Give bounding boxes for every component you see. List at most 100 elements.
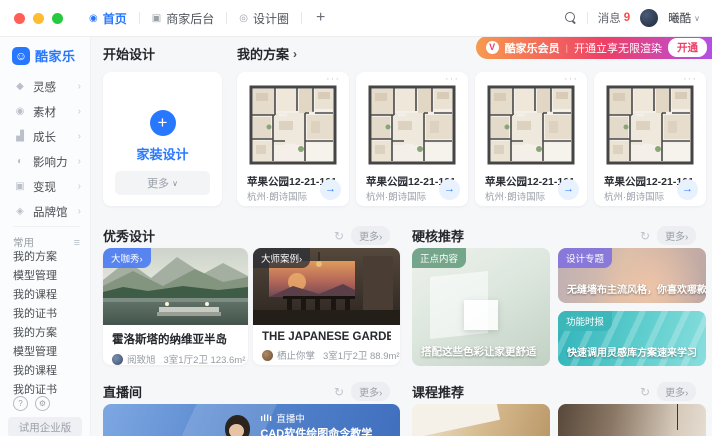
quick-item-my-plans[interactable]: 我的方案 [0,248,90,267]
courses-more-button[interactable]: 更多› [657,382,696,401]
user-avatar[interactable] [640,9,658,27]
brand-logo[interactable]: ☺ 酷家乐 [12,46,76,65]
tab-home[interactable]: ◉ 首页 [77,0,139,36]
vip-banner[interactable]: V 酷家乐会员 | 开通立享无限渲染 开通 [476,36,712,59]
live-more-button[interactable]: 更多› [351,382,390,401]
plan-card[interactable]: ··· 苹果公园12-21-101 杭州·朗诗国际 → [594,72,706,206]
tab-home-label: 首页 [103,10,127,27]
quick-item-my-courses[interactable]: 我的课程 [0,362,90,381]
section-title-text: 优秀设计 [103,226,155,245]
vip-promo-text: 开通立享无限渲染 [574,40,662,56]
decor-shape [464,300,498,330]
refresh-icon[interactable]: ↻ [640,229,650,243]
plan-card[interactable]: ··· 苹果公园12-21-101 杭州·朗诗国际 → [475,72,587,206]
messages-button[interactable]: 消息 9 [598,10,630,26]
course-card[interactable] [412,404,550,436]
sphere-icon: ◉ [13,106,27,117]
author-avatar[interactable] [262,350,273,361]
plan-location: 杭州·朗诗国际 [604,189,664,203]
topbar-divider [587,12,588,24]
sidebar-item-label: 素材 [33,104,78,120]
hardcore-card-inspiration-lib[interactable]: 功能时报 快速调用灵感库方案速来学习 [558,311,706,366]
quick-item-my-plans[interactable]: 我的方案 [0,324,90,343]
zoom-window-button[interactable] [52,13,63,24]
excellent-design-card[interactable]: 大咖秀› 霍洛斯塔的纳维亚半岛 阅致旭 3室1厅2卫 123.6m² [103,248,248,365]
plan-location: 杭州·朗诗国际 [485,189,545,203]
hardcore-card-wallcloth[interactable]: 设计专题 无缝墙布主流风格，你喜欢哪款 [558,248,706,303]
help-icon[interactable]: ? [13,396,28,411]
sidebar-quick-list: 我的方案 模型管理 我的课程 我的证书 我的方案 模型管理 我的课程 我的证书 [0,248,90,400]
tab-design-circle[interactable]: ◎ 设计圈 [227,0,301,36]
more-label: 更多 [147,175,169,191]
close-window-button[interactable] [14,13,25,24]
tab-merchant[interactable]: ▣ 商家后台 [140,0,226,36]
quick-item-my-courses[interactable]: 我的课程 [0,286,90,305]
quick-item-model-manage[interactable]: 模型管理 [0,343,90,362]
plus-icon[interactable]: + [150,110,176,136]
sidebar-item-label: 灵感 [33,79,78,95]
sidebar-item-monetize[interactable]: ▣ 变现 › [0,174,90,199]
sidebar-item-brand-hall[interactable]: ◈ 品牌馆 › [0,199,90,224]
trial-enterprise-button[interactable]: 试用企业版 [8,417,82,436]
section-title-text: 课程推荐 [412,382,464,401]
design-stats: 3室1厅2卫 88.9m² [323,348,400,362]
live-controls: ↻ 更多› [334,382,390,401]
sidebar-footer-icons: ? ⚙ [13,396,50,411]
home-design-button[interactable]: 家装设计 [103,144,222,163]
badge-master-case[interactable]: 大师案例› [253,248,310,268]
list-menu-icon[interactable]: ≡ [74,237,80,249]
quick-item-my-certificates[interactable]: 我的证书 [0,305,90,324]
chevron-right-icon: › [78,181,81,192]
sidebar-menu: ◆ 灵感 › ◉ 素材 › ▟ 成长 › ◐ 影响力 › ▣ 变现 [0,74,90,224]
quick-item-model-manage[interactable]: 模型管理 [0,267,90,286]
open-plan-arrow-button[interactable]: → [439,179,460,200]
sidebar-item-growth[interactable]: ▟ 成长 › [0,124,90,149]
search-icon[interactable] [565,12,577,24]
hardcore-card-colors[interactable]: 正点内容 搭配这些色彩让家更舒适 [412,248,550,366]
refresh-icon[interactable]: ↻ [334,229,344,243]
sidebar-item-label: 品牌馆 [33,204,78,220]
excellent-design-card[interactable]: 大师案例› THE JAPANESE GARDEN 栖止你掌 3室1厅2卫 88… [253,248,400,365]
topbar: ◉ 首页 ▣ 商家后台 ◎ 设计圈 + 消息 9 [0,0,712,37]
sidebar-item-influence[interactable]: ◐ 影响力 › [0,149,90,174]
design-stats: 3室1厅2卫 123.6m² [164,352,246,365]
start-design-card: + 家装设计 更多 ∨ [103,72,222,206]
course-card[interactable] [558,404,706,436]
design-circle-icon: ◎ [239,13,248,24]
minimize-window-button[interactable] [33,13,44,24]
open-plan-arrow-button[interactable]: → [677,179,698,200]
live-stream-card[interactable]: ıllı 直播中 CAD软件绘图命令教学 [103,404,400,436]
start-design-more-button[interactable]: 更多 ∨ [115,171,210,195]
sidebar-item-materials[interactable]: ◉ 素材 › [0,99,90,124]
user-menu[interactable]: 曦酷 ∨ [668,10,700,26]
author-avatar[interactable] [112,354,123,365]
section-title-my-plans[interactable]: 我的方案 › [237,44,297,63]
floor-plan-image [487,83,575,167]
hardcore-more-button[interactable]: 更多› [657,226,696,245]
section-title-start-design: 开始设计 [103,44,155,63]
kujiale-logo-icon: ☺ [12,47,30,65]
chevron-right-icon: › [78,81,81,92]
floor-plan-image [249,83,337,167]
card-icon: ▣ [13,181,27,192]
plan-card[interactable]: ··· 苹果公园12-21-101 杭州·朗诗国际 → [237,72,349,206]
plan-card[interactable]: ··· 苹果公园12-21-101 杭州·朗诗国际 → [356,72,468,206]
vip-activate-button[interactable]: 开通 [668,38,707,57]
refresh-icon[interactable]: ↻ [334,385,344,399]
user-name: 曦酷 [668,10,691,26]
badge-daka-show[interactable]: 大咖秀› [103,248,151,268]
live-status-label: 直播中 [276,411,305,425]
badge-design-topic: 设计专题 [558,248,612,268]
live-status: ıllı 直播中 [260,411,305,425]
excellent-more-button[interactable]: 更多› [351,226,390,245]
new-tab-button[interactable]: + [302,9,339,27]
card-caption: 快速调用灵感库方案速来学习 [567,344,697,359]
refresh-icon[interactable]: ↻ [640,385,650,399]
sidebar-item-inspiration[interactable]: ◆ 灵感 › [0,74,90,99]
open-plan-arrow-button[interactable]: → [558,179,579,200]
gear-icon[interactable]: ⚙ [35,396,50,411]
lake-landscape-image: 大咖秀› [103,248,248,325]
section-title-live: 直播间 [103,382,142,401]
open-plan-arrow-button[interactable]: → [320,179,341,200]
floor-plan-image [368,83,456,167]
